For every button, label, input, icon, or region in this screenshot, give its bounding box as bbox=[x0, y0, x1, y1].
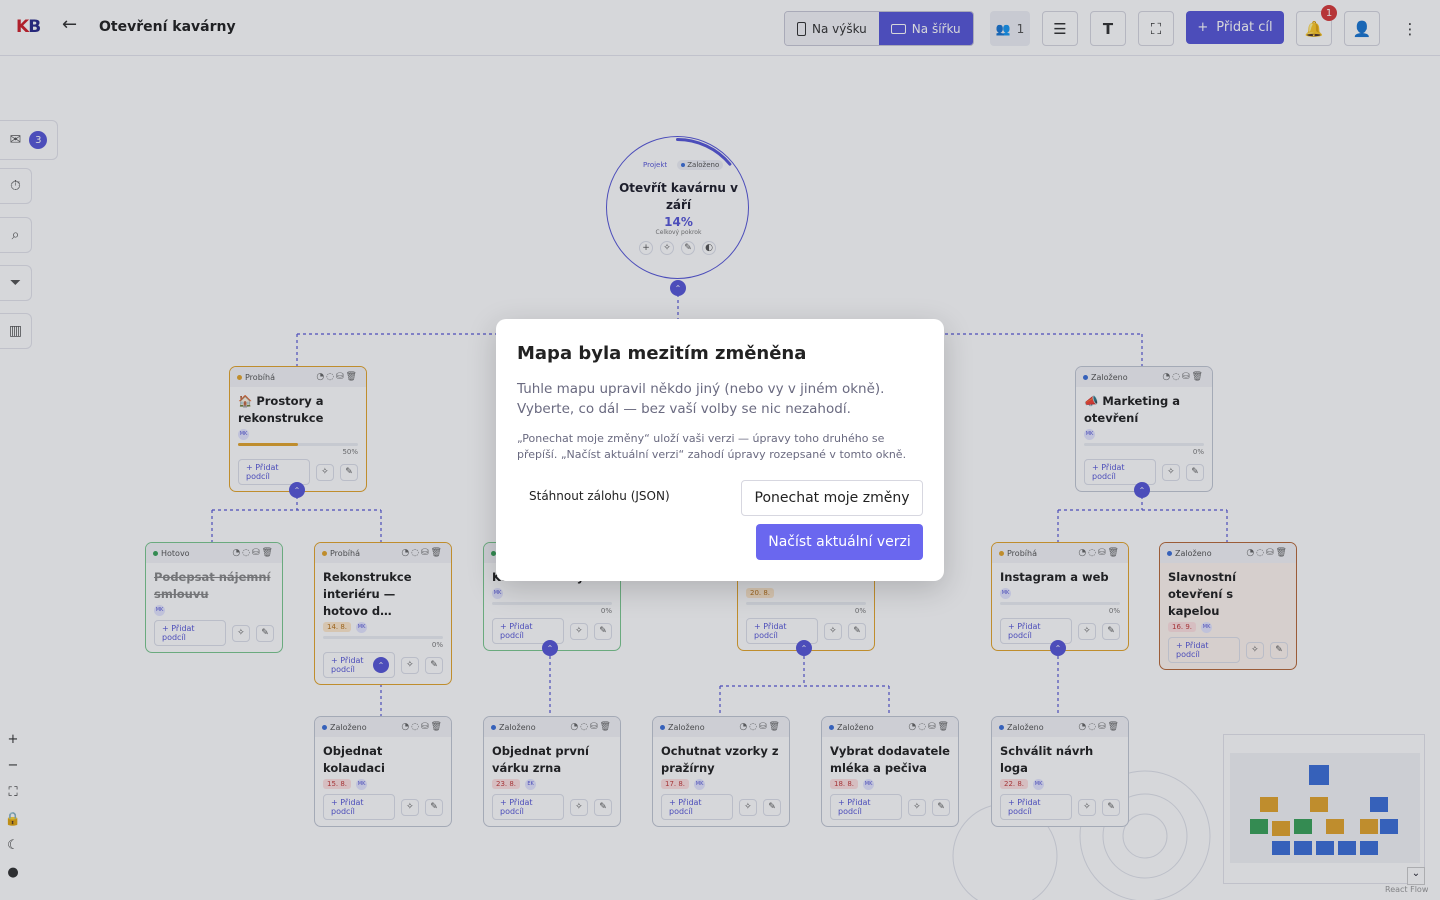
download-backup-button[interactable]: Stáhnout zálohu (JSON) bbox=[529, 489, 670, 503]
dialog-description: Tuhle mapu upravil někdo jiný (nebo vy v… bbox=[517, 381, 885, 417]
load-current-version-button[interactable]: Načíst aktuální verzi bbox=[756, 524, 923, 560]
conflict-dialog: Mapa byla mezitím změněna Tuhle mapu upr… bbox=[496, 319, 944, 581]
dialog-note: „Ponechat moje změny“ uloží vaši verzi —… bbox=[517, 432, 907, 461]
dialog-title: Mapa byla mezitím změněna bbox=[517, 343, 807, 364]
keep-my-changes-button[interactable]: Ponechat moje změny bbox=[741, 480, 923, 516]
